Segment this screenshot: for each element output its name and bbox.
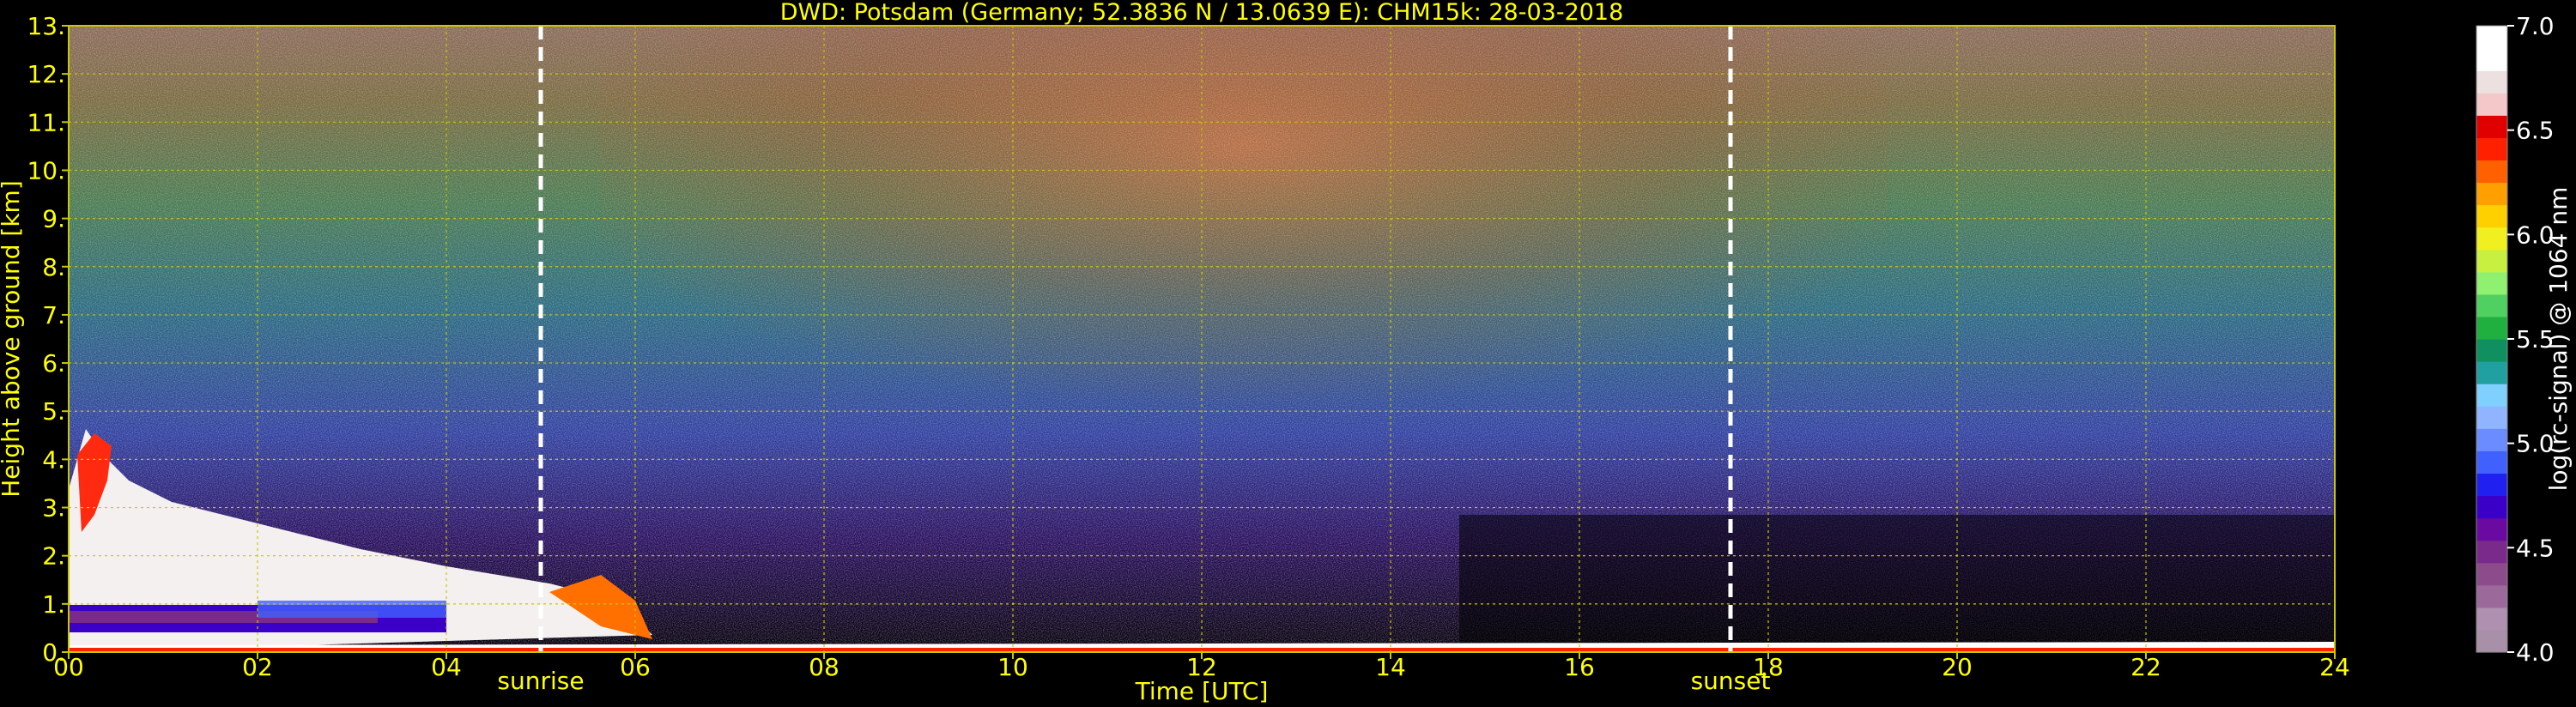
colorbar: 4.04.55.05.56.06.57.0 log(rc-signal) @ 1… [2476, 12, 2573, 667]
y-tick-label: 11. [27, 108, 65, 136]
x-tick-label: 10 [997, 653, 1028, 681]
colorbar-tick-label: 4.0 [2516, 638, 2555, 667]
x-tick-label: 20 [1942, 653, 1973, 681]
colorbar-cell [2476, 137, 2507, 161]
sunrise-label: sunrise [497, 667, 584, 695]
colorbar-label: log(rc-signal) @ 1064 nm [2544, 187, 2573, 492]
x-tick-label: 14 [1375, 653, 1406, 681]
colorbar-cell [2476, 450, 2507, 474]
y-tick-label: 1. [42, 590, 65, 619]
colorbar-cell [2476, 384, 2507, 407]
y-tick-label: 8. [42, 253, 65, 281]
colorbar-cell [2476, 540, 2507, 564]
colorbar-cell [2476, 361, 2507, 384]
y-tick-label: 10. [27, 156, 65, 184]
colorbar-cell [2476, 293, 2507, 317]
colorbar-cell [2476, 607, 2507, 631]
ceilometer-chart: sunrise sunset 00 02 04 06 08 10 12 14 16 18 20 22 24… [0, 0, 2573, 705]
y-tick-label: 0. [42, 638, 65, 667]
colorbar-cell [2476, 115, 2507, 138]
colorbar-cell [2476, 70, 2507, 94]
colorbar-cell [2476, 227, 2507, 251]
colorbar-cell [2476, 584, 2507, 608]
colorbar-cell [2476, 473, 2507, 497]
colorbar-tick-label: 7.0 [2516, 12, 2555, 40]
colorbar-cell [2476, 93, 2507, 116]
colorbar-cell [2476, 629, 2507, 653]
colorbar-cell [2476, 249, 2507, 273]
y-tick-label: 6. [42, 349, 65, 378]
x-tick-label: 08 [809, 653, 839, 681]
colorbar-cells [2476, 26, 2507, 653]
y-tick-label: 3. [42, 494, 65, 523]
colorbar-cell [2476, 428, 2507, 451]
colorbar-cell [2476, 316, 2507, 340]
colorbar-cell [2476, 26, 2507, 49]
chart-title: DWD: Potsdam (Germany; 52.3836 N / 13.06… [780, 0, 1624, 26]
colorbar-cell [2476, 339, 2507, 362]
y-tick-label: 9. [42, 205, 65, 233]
colorbar-cell [2476, 495, 2507, 519]
y-tick-label: 7. [42, 301, 65, 329]
colorbar-cell [2476, 406, 2507, 429]
colorbar-cell [2476, 48, 2507, 71]
x-tick-label: 06 [620, 653, 651, 681]
y-tick-label: 12. [27, 60, 65, 88]
x-tick-label: 22 [2131, 653, 2161, 681]
colorbar-tick-label: 4.5 [2516, 534, 2555, 562]
x-tick-label: 16 [1564, 653, 1595, 681]
y-tick-label: 5. [42, 397, 65, 426]
y-axis-label: Height above ground [km] [0, 180, 25, 498]
colorbar-cell [2476, 204, 2507, 228]
y-tick-label: 13. [27, 12, 65, 40]
colorbar-cell [2476, 271, 2507, 295]
x-tick-label: 18 [1753, 653, 1784, 681]
y-tick-label: 4. [42, 445, 65, 474]
y-tick-label: 2. [42, 542, 65, 571]
colorbar-tick-label: 6.5 [2516, 117, 2555, 145]
x-tick-label: 24 [2319, 653, 2350, 681]
x-tick-label: 04 [431, 653, 462, 681]
colorbar-cell [2476, 182, 2507, 206]
colorbar-cell [2476, 517, 2507, 541]
night-dark-low [1459, 515, 2335, 652]
x-axis-label: Time [UTC] [1135, 677, 1269, 705]
y-axis-ticks: 0. 1. 2. 3. 4. 5. 6. 7. 8. 9. 10. 11. 12. 13. [27, 12, 69, 667]
colorbar-cell [2476, 160, 2507, 184]
colorbar-cell [2476, 562, 2507, 586]
residual-layer-edge [258, 601, 446, 618]
x-tick-label: 02 [242, 653, 273, 681]
